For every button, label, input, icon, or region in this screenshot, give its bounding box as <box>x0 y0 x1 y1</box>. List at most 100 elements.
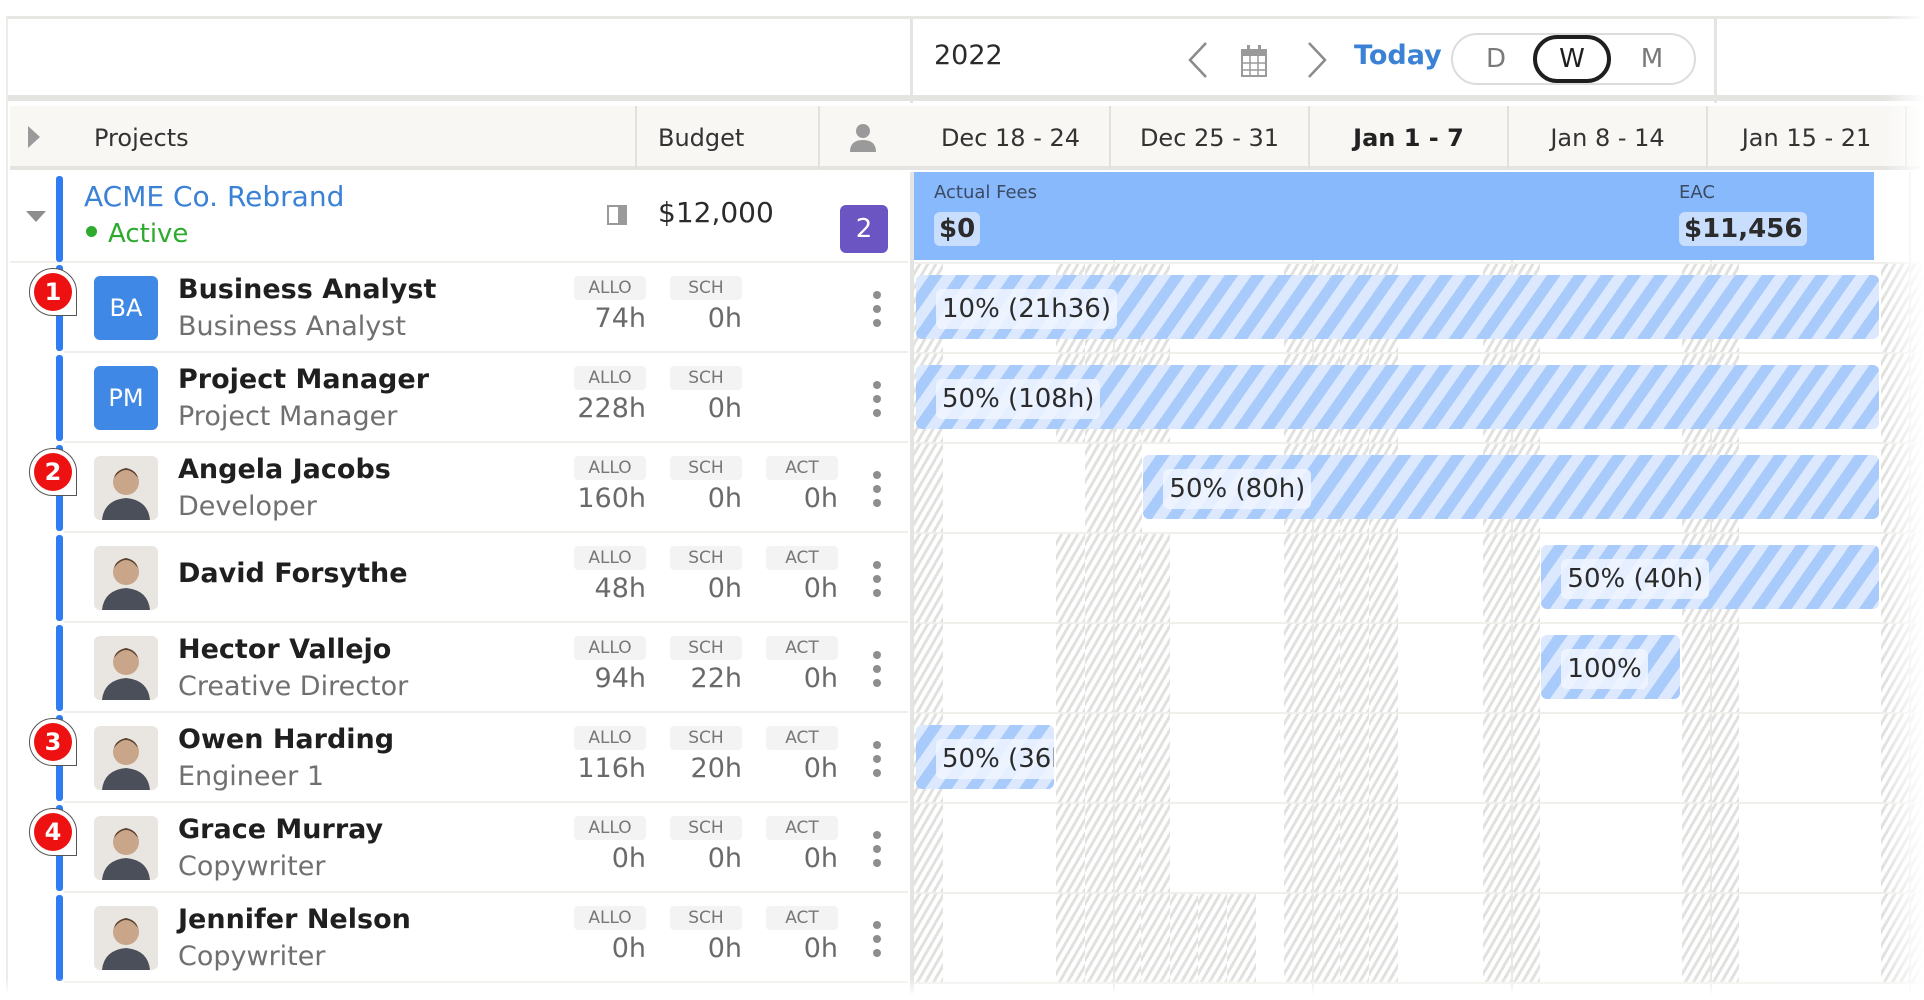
projects-column-header[interactable]: Projects <box>94 106 189 170</box>
row-gridline <box>914 622 1924 624</box>
non-working-day <box>1880 893 1910 983</box>
resource-name[interactable]: Business Analyst <box>178 274 436 305</box>
more-options-icon[interactable] <box>868 741 886 777</box>
non-working-day <box>1482 623 1512 713</box>
non-working-day <box>1283 803 1313 893</box>
actual-label: ACT <box>766 636 838 660</box>
step-number: 1 <box>34 273 72 311</box>
more-options-icon[interactable] <box>868 651 886 687</box>
week-header[interactable]: Jan 8 - 14 <box>1509 106 1708 170</box>
expand-all-caret-icon[interactable] <box>28 126 40 148</box>
non-working-day <box>1056 623 1086 713</box>
non-working-day <box>1312 713 1341 803</box>
more-options-icon[interactable] <box>868 561 886 597</box>
week-header[interactable]: Jan 15 - 21 <box>1708 106 1907 170</box>
allocation-bar[interactable]: 50% (80h) <box>1143 455 1879 519</box>
view-day-button[interactable]: D <box>1457 37 1535 81</box>
resource-name[interactable]: Owen Harding <box>178 724 394 755</box>
non-working-day <box>1084 803 1114 893</box>
view-month-button[interactable]: M <box>1613 37 1691 81</box>
resource-name[interactable]: Hector Vallejo <box>178 634 391 665</box>
project-fees-bar[interactable]: Actual Fees $0 EAC $11,456 <box>914 172 1874 260</box>
person-photo-icon <box>102 738 150 790</box>
non-working-day <box>1909 803 1924 893</box>
week-gridline <box>1909 172 1911 1000</box>
scheduled-hours: 22h <box>690 663 742 694</box>
more-options-icon[interactable] <box>868 831 886 867</box>
non-working-day <box>1368 623 1398 713</box>
more-options-icon[interactable] <box>868 471 886 507</box>
team-count-badge[interactable]: 2 <box>840 205 888 253</box>
non-working-day <box>1368 893 1398 983</box>
non-working-day <box>1340 893 1370 983</box>
actual-hours: 0h <box>803 573 838 604</box>
non-working-day <box>1113 443 1142 533</box>
more-options-icon[interactable] <box>868 291 886 327</box>
person-icon <box>850 124 876 152</box>
scheduled-hours: 0h <box>707 933 742 964</box>
non-working-day <box>1056 713 1086 803</box>
user-avatar <box>94 726 158 790</box>
resource-name[interactable]: Grace Murray <box>178 814 383 845</box>
non-working-day <box>1056 893 1086 983</box>
calendar-button[interactable] <box>1240 44 1268 78</box>
non-working-day <box>1710 803 1739 893</box>
resource-accent-bar <box>56 355 63 441</box>
non-working-day <box>1909 893 1924 983</box>
row-gridline <box>914 802 1924 804</box>
allocation-bar[interactable]: 50% (40h) <box>1541 545 1879 609</box>
scheduled-hours: 0h <box>707 393 742 424</box>
step-marker: 1 <box>29 268 77 316</box>
non-working-day <box>1084 533 1114 623</box>
week-header[interactable]: Jan 1 - 7 <box>1310 106 1509 170</box>
scheduled-label: SCH <box>670 816 742 840</box>
non-working-day <box>1340 713 1370 803</box>
allocation-bar[interactable]: 50% (108h) <box>916 365 1879 429</box>
allocated-hours: 94h <box>594 663 646 694</box>
actual-fees-value: $0 <box>934 212 981 246</box>
resource-name[interactable]: Angela Jacobs <box>178 454 391 485</box>
non-working-day <box>1141 623 1171 713</box>
week-header[interactable]: Dec 25 - 31 <box>1111 106 1310 170</box>
week-header[interactable]: Dec 18 - 24 <box>912 106 1111 170</box>
non-working-day <box>1084 713 1114 803</box>
non-working-day <box>1312 623 1341 713</box>
non-working-day <box>1482 533 1512 623</box>
resource-role: Copywriter <box>178 851 326 882</box>
row-gridline <box>914 442 1924 444</box>
non-working-day <box>1368 713 1398 803</box>
collapse-caret-icon[interactable] <box>26 211 46 222</box>
next-period-button[interactable] <box>1302 38 1332 82</box>
non-working-day <box>914 893 943 983</box>
previous-period-button[interactable] <box>1183 38 1213 82</box>
allocated-hours: 228h <box>577 393 646 424</box>
scheduled-hours: 20h <box>690 753 742 784</box>
actual-hours: 0h <box>803 843 838 874</box>
allocation-bar[interactable]: 10% (21h36) <box>916 275 1879 339</box>
allocation-bar[interactable]: 100% <box>1541 635 1680 699</box>
non-working-day <box>1056 803 1086 893</box>
allocation-bar[interactable]: 50% (36h) <box>916 725 1055 789</box>
resource-name[interactable]: Jennifer Nelson <box>178 904 411 935</box>
actual-fees-label: Actual Fees <box>934 182 1038 203</box>
non-working-day <box>1113 533 1142 623</box>
non-working-day <box>1681 803 1711 893</box>
project-name-link[interactable]: ACME Co. Rebrand <box>84 180 344 213</box>
view-week-button[interactable]: W <box>1533 35 1611 83</box>
more-options-icon[interactable] <box>868 381 886 417</box>
non-working-day <box>1511 893 1540 983</box>
row-gridline <box>914 892 1924 894</box>
budget-column-header[interactable]: Budget <box>658 106 744 170</box>
non-working-day <box>1880 263 1910 353</box>
people-column-header[interactable] <box>849 106 877 170</box>
more-options-icon[interactable] <box>868 921 886 957</box>
resource-name[interactable]: David Forsythe <box>178 558 408 589</box>
resource-name[interactable]: Project Manager <box>178 364 429 395</box>
non-working-day <box>914 533 943 623</box>
step-marker: 3 <box>29 718 77 766</box>
column-divider <box>635 106 637 170</box>
actual-label: ACT <box>766 726 838 750</box>
actual-hours: 0h <box>803 663 838 694</box>
budget-panel-icon[interactable] <box>607 205 627 225</box>
today-button[interactable]: Today <box>1354 40 1442 71</box>
